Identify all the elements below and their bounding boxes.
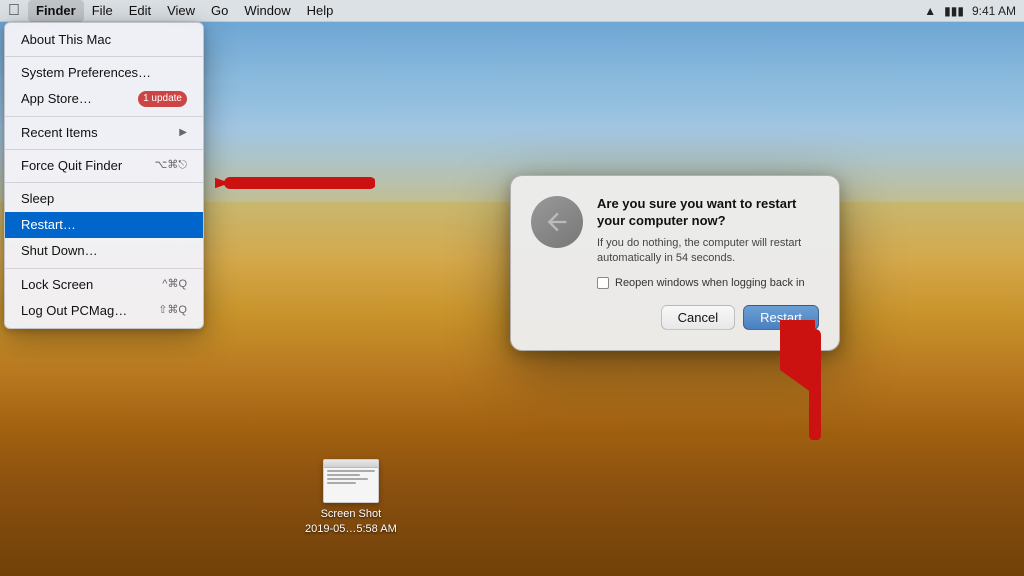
cancel-button[interactable]: Cancel	[661, 305, 735, 330]
dialog-body: If you do nothing, the computer will res…	[597, 236, 819, 267]
menu-lock-screen[interactable]: Lock Screen ^⌘Q	[5, 272, 203, 298]
apple-menu-trigger[interactable]: 	[8, 2, 20, 20]
menubar-help[interactable]: Help	[299, 0, 342, 22]
menubar-edit[interactable]: Edit	[121, 0, 159, 22]
app-store-badge: 1 update	[138, 91, 187, 107]
menubar-wifi-icon: ▲	[924, 4, 936, 18]
back-arrow-icon	[543, 208, 571, 236]
dialog-checkbox-row: Reopen windows when logging back in	[597, 277, 819, 289]
force-quit-shortcut: ⌥⌘⎋	[155, 158, 187, 173]
menu-system-preferences[interactable]: System Preferences…	[5, 60, 203, 86]
reopen-windows-checkbox[interactable]	[597, 277, 609, 289]
menu-separator-2	[5, 116, 203, 117]
dialog-restart-icon	[531, 196, 583, 248]
dialog-text-area: Are you sure you want to restart your co…	[597, 196, 819, 289]
menu-restart[interactable]: Restart…	[5, 212, 203, 238]
menu-log-out[interactable]: Log Out PCMag… ⇧⌘Q	[5, 298, 203, 324]
lock-screen-shortcut: ^⌘Q	[162, 277, 187, 292]
menubar-battery-icon: ▮▮▮	[944, 4, 964, 18]
thumbnail-content	[324, 468, 378, 488]
arrow-pointing-up	[780, 320, 850, 445]
log-out-shortcut: ⇧⌘Q	[158, 303, 187, 318]
thumbnail-line-1	[327, 470, 375, 472]
screenshot-thumbnail	[323, 459, 379, 503]
recent-items-arrow-icon: ▶	[179, 126, 187, 140]
thumbnail-header	[324, 460, 378, 468]
reopen-windows-label: Reopen windows when logging back in	[615, 277, 805, 289]
menu-shut-down[interactable]: Shut Down…	[5, 238, 203, 264]
menu-recent-items[interactable]: Recent Items ▶	[5, 120, 203, 146]
menubar-window[interactable]: Window	[236, 0, 298, 22]
thumbnail-line-2	[327, 474, 361, 476]
menubar-right-items: ▲ ▮▮▮ 9:41 AM	[924, 4, 1016, 18]
dialog-content-area: Are you sure you want to restart your co…	[531, 196, 819, 289]
menu-separator-1	[5, 56, 203, 57]
desktop-icon-screenshot[interactable]: Screen Shot 2019-05…5:58 AM	[305, 459, 397, 536]
menu-sleep[interactable]: Sleep	[5, 186, 203, 212]
menubar:  Finder File Edit View Go Window Help ▲…	[0, 0, 1024, 22]
thumbnail-line-4	[327, 482, 356, 484]
dialog-buttons: Cancel Restart	[531, 305, 819, 330]
menubar-go[interactable]: Go	[203, 0, 236, 22]
screenshot-label: Screen Shot 2019-05…5:58 AM	[305, 507, 397, 536]
thumbnail-line-3	[327, 478, 368, 480]
menu-app-store[interactable]: App Store… 1 update	[5, 86, 203, 112]
menubar-finder[interactable]: Finder	[28, 0, 84, 22]
apple-dropdown-menu: About This Mac System Preferences… App S…	[4, 22, 204, 329]
menubar-file[interactable]: File	[84, 0, 121, 22]
dialog-title: Are you sure you want to restart your co…	[597, 196, 819, 230]
menu-force-quit[interactable]: Force Quit Finder ⌥⌘⎋	[5, 153, 203, 179]
menu-separator-4	[5, 182, 203, 183]
menubar-view[interactable]: View	[159, 0, 203, 22]
menu-separator-3	[5, 149, 203, 150]
arrow-pointing-left	[215, 148, 375, 223]
menubar-time: 9:41 AM	[972, 4, 1016, 18]
menu-about-this-mac[interactable]: About This Mac	[5, 27, 203, 53]
menu-separator-5	[5, 268, 203, 269]
